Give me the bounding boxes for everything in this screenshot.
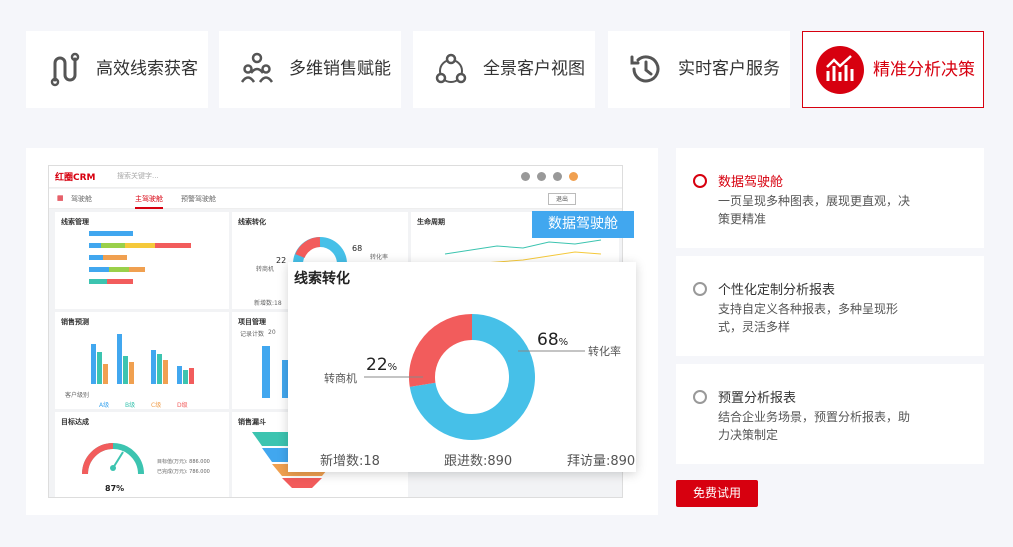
- card-leads: 线索管理: [55, 212, 229, 309]
- radio-icon[interactable]: [693, 390, 707, 404]
- mock-topbar: 红圈CRM 搜索关键字...: [49, 166, 622, 188]
- gauge-pct: 87%: [105, 484, 125, 493]
- route-icon: [50, 52, 80, 87]
- card-title: 销售漏斗: [238, 418, 266, 426]
- tab-customer-view[interactable]: 全景客户视图: [413, 31, 595, 108]
- message-icon: [521, 172, 530, 181]
- conversion-card-zoom: 线索转化 68% 转化率 22% 转商机 新增数:18 跟进数:890 拜访量:…: [288, 262, 636, 472]
- card-title: 线索管理: [61, 218, 89, 226]
- mini-pct-big: 68: [352, 244, 363, 253]
- card-title: 销售预测: [61, 318, 89, 326]
- gear-icon: [553, 172, 562, 181]
- legend-a: A级: [99, 402, 110, 409]
- mini-label-lead: 转商机: [256, 266, 275, 273]
- mock-search: 搜索关键字...: [117, 172, 159, 180]
- radio-icon[interactable]: [693, 282, 707, 296]
- mock-nav: ▦ 驾驶舱 主驾驶舱 预警驾驶舱 退出: [49, 189, 622, 209]
- gauge-target: 目标值(万元): 886.000: [157, 459, 210, 465]
- zoom-title: 线索转化: [294, 271, 350, 287]
- project-count-label: 记录计数: [240, 331, 265, 338]
- feature-cockpit[interactable]: 数据驾驶舱 一页呈现多种图表，展现更直观，决策更精准: [676, 148, 984, 248]
- feature-desc: 结合企业务场景，预置分析报表，助力决策制定: [718, 410, 911, 442]
- mock-nav-title: 驾驶舱: [71, 195, 92, 203]
- mock-exit-button: 退出: [548, 193, 576, 205]
- avatar: [569, 172, 578, 181]
- legend-b: B级: [125, 402, 136, 409]
- mini-pct-small: 22: [276, 256, 287, 265]
- footer-new: 新增数:18: [320, 454, 380, 469]
- tab-service[interactable]: 实时客户服务: [608, 31, 790, 108]
- tab-label: 精准分析决策: [873, 60, 975, 80]
- network-icon: [435, 53, 467, 84]
- pct-unit: %: [387, 362, 398, 373]
- preview-badge: 数据驾驶舱: [532, 211, 634, 238]
- radio-icon[interactable]: [693, 174, 707, 188]
- tab-label: 多维销售赋能: [289, 59, 391, 79]
- forecast-axis-label: 客户级别: [65, 392, 90, 399]
- feature-preset-report[interactable]: 预置分析报表 结合企业务场景，预置分析报表，助力决策制定: [676, 364, 984, 464]
- donut-group: [409, 314, 535, 440]
- history-icon: [630, 55, 660, 83]
- feature-title: 数据驾驶舱: [718, 175, 784, 190]
- tab-label: 全景客户视图: [483, 59, 585, 79]
- free-trial-button[interactable]: 免费试用: [676, 480, 758, 507]
- footer-visit: 拜访量:890: [567, 454, 636, 469]
- card-forecast: 销售预测 客户级别 A级 B级 C级 D级: [55, 312, 229, 409]
- brand-logo: 红圈CRM: [55, 173, 96, 183]
- pct-big-value: 68: [537, 330, 559, 350]
- pct-small-value: 22: [366, 355, 388, 375]
- feature-tabs: 高效线索获客 多维销售赋能 全景客户视图 实时客户服务 精准分析决策: [26, 31, 984, 108]
- feature-title: 个性化定制分析报表: [718, 283, 836, 298]
- footer-follow: 跟进数:890: [444, 454, 513, 469]
- feature-desc: 一页呈现多种图表，展现更直观，决策更精准: [718, 194, 911, 226]
- donut-slice-lead: [409, 314, 473, 387]
- card-title: 线索转化: [238, 218, 266, 226]
- feature-desc: 支持自定义各种报表，多种呈现形式，灵活多样: [718, 302, 899, 334]
- team-icon: [240, 52, 274, 83]
- chart-trend-icon: [816, 46, 864, 94]
- tab-label: 高效线索获客: [96, 59, 198, 79]
- bell-icon: [537, 172, 546, 181]
- tab-analytics[interactable]: 精准分析决策: [802, 31, 984, 108]
- legend-d: D级: [177, 402, 188, 409]
- tab-leads[interactable]: 高效线索获客: [26, 31, 208, 108]
- legend-c: C级: [151, 402, 162, 409]
- pct-small-label: 转商机: [324, 372, 357, 385]
- project-count: 20: [268, 329, 276, 336]
- card-title: 生命周期: [417, 218, 445, 226]
- mock-tab-alert: 预警驾驶舱: [181, 195, 216, 203]
- tab-label: 实时客户服务: [678, 59, 780, 79]
- pct-unit: %: [558, 337, 569, 348]
- card-target: 目标达成 87% 目标值(万元): 886.000 已完成(万元): 786.0…: [55, 412, 229, 497]
- mini-new: 新增数:18: [254, 300, 282, 307]
- feature-title: 预置分析报表: [718, 391, 797, 406]
- tab-sales[interactable]: 多维销售赋能: [219, 31, 401, 108]
- feature-custom-report[interactable]: 个性化定制分析报表 支持自定义各种报表，多种呈现形式，灵活多样: [676, 256, 984, 356]
- card-title: 目标达成: [61, 418, 89, 426]
- calendar-icon: ▦: [57, 194, 64, 202]
- card-title: 项目管理: [238, 318, 266, 326]
- pct-big-label: 转化率: [588, 345, 621, 358]
- mock-tab-main: 主驾驶舱: [135, 194, 163, 209]
- conversion-donut-chart: [364, 314, 585, 440]
- mini-label-conv: 转化率: [370, 254, 389, 261]
- pct-big: 68%: [537, 330, 568, 350]
- pct-small: 22%: [366, 355, 397, 375]
- gauge-done: 已完成(万元): 786.000: [157, 469, 210, 475]
